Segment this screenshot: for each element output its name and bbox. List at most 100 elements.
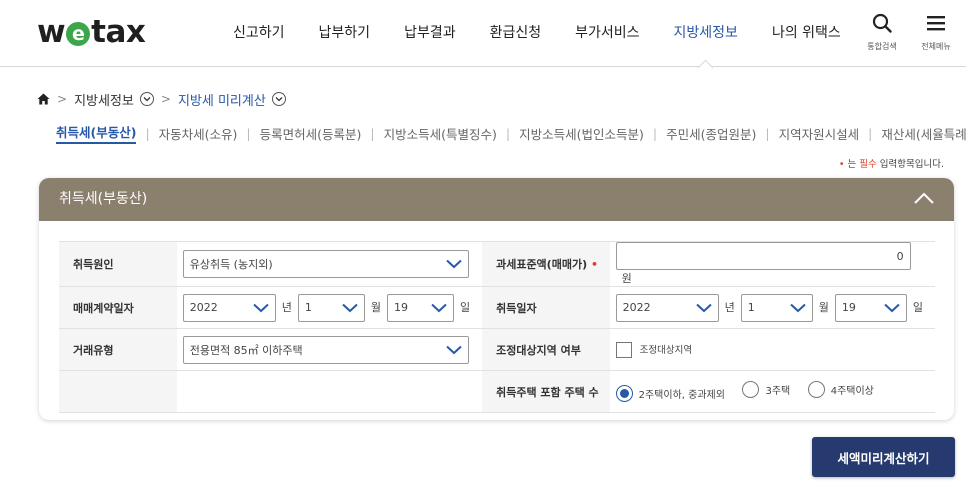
contract-year-select[interactable]: 2022 bbox=[182, 293, 276, 322]
acq-year-select[interactable]: 2022 bbox=[615, 293, 719, 322]
houses-radio-3[interactable]: 3주택 bbox=[742, 381, 790, 398]
tab-regional-resource-tax[interactable]: 지역자원시설세 bbox=[779, 124, 860, 143]
tab-divider: | bbox=[145, 125, 150, 141]
base-amount-input[interactable]: 0 bbox=[615, 242, 911, 270]
chevron-down-icon bbox=[790, 303, 806, 312]
chevron-down-icon bbox=[253, 303, 269, 312]
wetax-logo[interactable]: w e tax bbox=[37, 14, 146, 50]
acq-day-select[interactable]: 19 bbox=[834, 293, 907, 322]
logo-text-tax: tax bbox=[91, 14, 146, 50]
tab-local-income-tax-corporate[interactable]: 지방소득세(법인소득분) bbox=[519, 124, 644, 143]
houses-option-label: 2주택이하, 중과제외 bbox=[638, 390, 725, 401]
contract-month-select[interactable]: 1 bbox=[297, 293, 365, 322]
required-note-pre: 는 bbox=[847, 159, 860, 170]
chevron-down-icon bbox=[884, 303, 900, 312]
nav-local-tax-info[interactable]: 지방세정보 bbox=[657, 0, 755, 67]
tab-divider: | bbox=[868, 125, 873, 141]
radio-unselected-icon bbox=[807, 381, 825, 398]
acq-month-select[interactable]: 1 bbox=[740, 293, 813, 322]
base-amount-label-cell: 과세표준액(매매가) • bbox=[482, 241, 610, 287]
nav-pay-result[interactable]: 납부결과 bbox=[387, 0, 473, 67]
contract-day-value: 19 bbox=[393, 301, 408, 314]
calc-form-table: 취득원인 유상취득 (농지외) 과세표준액(매매가) • 0 원 매매계약일자 … bbox=[59, 241, 935, 413]
chevron-down-icon bbox=[695, 303, 712, 312]
breadcrumb: > 지방세정보 > 지방세 미리계산 bbox=[37, 90, 286, 109]
form-row: 취득주택 포함 주택 수 2주택이하, 중과제외 3주택 4주택이상 bbox=[59, 370, 935, 413]
breadcrumb-level1[interactable]: 지방세정보 bbox=[74, 90, 134, 109]
contract-date-cell: 2022 년 1 월 19 일 bbox=[176, 286, 483, 329]
acq-day-value: 19 bbox=[841, 301, 856, 314]
contract-year-value: 2022 bbox=[189, 301, 218, 314]
tab-local-income-tax-withholding[interactable]: 지방소득세(특별징수) bbox=[384, 124, 497, 143]
required-note-emphasis: 필수 bbox=[859, 159, 877, 170]
breadcrumb-level2[interactable]: 지방세 미리계산 bbox=[178, 90, 266, 109]
tab-acquisition-tax[interactable]: 취득세(부동산) bbox=[56, 122, 137, 144]
adjust-area-label: 조정대상지역 여부 bbox=[482, 328, 610, 371]
nav-report[interactable]: 신고하기 bbox=[216, 0, 302, 67]
base-amount-label: 과세표준액(매매가) bbox=[496, 258, 588, 271]
adjust-area-cell: 조정대상지역 bbox=[609, 328, 935, 371]
tab-divider: | bbox=[246, 125, 251, 141]
contract-date-label: 매매계약일자 bbox=[59, 286, 177, 329]
houses-count-label: 취득주택 포함 주택 수 bbox=[482, 370, 610, 413]
search-label: 통합검색 bbox=[867, 42, 897, 51]
tab-divider: | bbox=[505, 125, 511, 141]
acq-year-value: 2022 bbox=[622, 301, 651, 314]
tab-divider: | bbox=[765, 125, 770, 141]
empty-value-cell bbox=[176, 370, 483, 413]
nav-extra-services[interactable]: 부가서비스 bbox=[558, 0, 656, 67]
won-unit: 원 bbox=[621, 272, 632, 285]
adjust-area-checkbox[interactable] bbox=[615, 341, 632, 358]
site-header: w e tax 신고하기 납부하기 납부결과 환급신청 부가서비스 지방세정보 나의… bbox=[0, 0, 966, 67]
tab-registration-license-tax[interactable]: 등록면허세(등록분) bbox=[260, 124, 362, 143]
day-unit: 일 bbox=[912, 301, 923, 314]
chevron-down-icon bbox=[446, 345, 462, 354]
deal-type-label: 거래유형 bbox=[59, 328, 177, 371]
deal-type-cell: 전용면적 85㎡ 이하주택 bbox=[176, 328, 483, 371]
nav-refund[interactable]: 환급신청 bbox=[473, 0, 559, 67]
tab-vehicle-tax[interactable]: 자동차세(소유) bbox=[159, 124, 238, 143]
tab-property-tax-special[interactable]: 재산세(세율특례) bbox=[881, 124, 966, 143]
nav-pay[interactable]: 납부하기 bbox=[302, 0, 388, 67]
empty-label-cell bbox=[59, 370, 177, 413]
year-unit: 년 bbox=[281, 301, 292, 314]
acq-date-cell: 2022 년 1 월 19 일 bbox=[609, 286, 935, 329]
search-icon bbox=[872, 13, 892, 33]
required-dot: • bbox=[838, 159, 845, 170]
chevron-down-icon[interactable] bbox=[271, 92, 286, 106]
radio-unselected-icon bbox=[742, 381, 760, 398]
required-fields-note: • 는 필수 입력항목입니다. bbox=[839, 156, 944, 170]
contract-day-select[interactable]: 19 bbox=[386, 293, 454, 322]
home-icon[interactable] bbox=[37, 93, 50, 105]
search-button[interactable]: 통합검색 bbox=[860, 13, 904, 52]
cause-label: 취득원인 bbox=[59, 241, 177, 287]
all-menu-label: 전체메뉴 bbox=[921, 42, 951, 51]
houses-radio-4-or-more[interactable]: 4주택이상 bbox=[807, 381, 874, 398]
deal-type-value: 전용면적 85㎡ 이하주택 bbox=[189, 343, 303, 357]
houses-option-label: 4주택이상 bbox=[830, 386, 874, 397]
panel-title: 취득세(부동산) bbox=[59, 191, 148, 207]
acq-month-value: 1 bbox=[747, 301, 755, 314]
tax-type-tabs: 취득세(부동산) | 자동차세(소유) | 등록면허세(등록분) | 지방소득세… bbox=[56, 122, 966, 144]
nav-my-wetax[interactable]: 나의 위택스 bbox=[755, 0, 858, 67]
tab-resident-tax-employee[interactable]: 주민세(종업원분) bbox=[666, 124, 756, 143]
all-menu-button[interactable]: 전체메뉴 bbox=[914, 13, 958, 52]
form-row: 매매계약일자 2022 년 1 월 19 일 취득일자 2022 년 1 월 19 일 bbox=[59, 286, 935, 329]
main-nav: 신고하기 납부하기 납부결과 환급신청 부가서비스 지방세정보 나의 위택스 bbox=[216, 0, 858, 67]
day-unit: 일 bbox=[459, 301, 471, 314]
houses-option-label: 3주택 bbox=[765, 386, 791, 397]
tab-divider: | bbox=[652, 125, 658, 141]
cause-value: 유상취득 (농지외) bbox=[189, 258, 273, 271]
houses-radio-2-or-less[interactable]: 2주택이하, 중과제외 bbox=[615, 385, 725, 402]
chevron-down-icon bbox=[431, 303, 447, 312]
form-row: 취득원인 유상취득 (농지외) 과세표준액(매매가) • 0 원 bbox=[59, 241, 935, 287]
collapse-chevron-up-icon[interactable] bbox=[912, 189, 936, 209]
deal-type-select[interactable]: 전용면적 85㎡ 이하주택 bbox=[182, 335, 469, 364]
year-unit: 년 bbox=[724, 301, 735, 314]
houses-count-cell: 2주택이하, 중과제외 3주택 4주택이상 bbox=[609, 370, 935, 413]
month-unit: 월 bbox=[818, 301, 829, 314]
chevron-down-icon[interactable] bbox=[139, 92, 154, 106]
calculate-tax-button[interactable]: 세액미리계산하기 bbox=[812, 437, 955, 477]
month-unit: 월 bbox=[370, 301, 381, 314]
cause-select[interactable]: 유상취득 (농지외) bbox=[182, 250, 469, 278]
